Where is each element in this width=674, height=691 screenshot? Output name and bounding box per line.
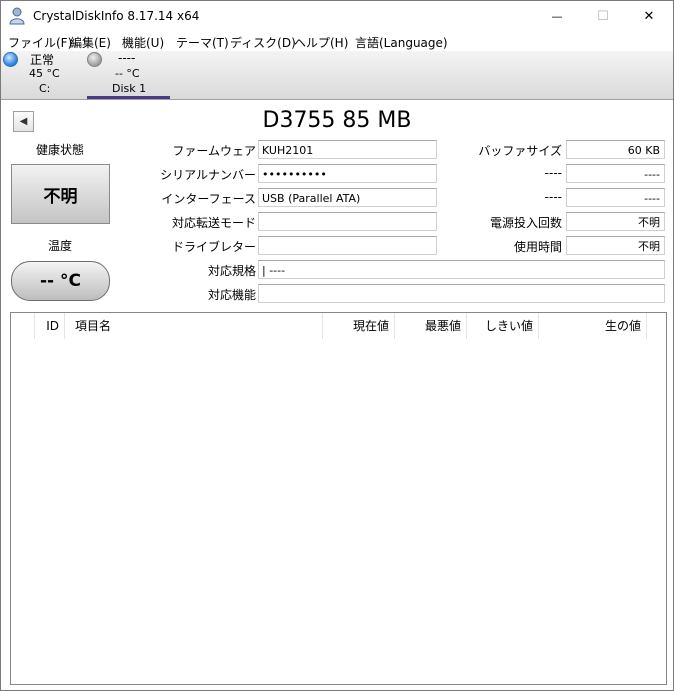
buffer-size-label: バッファサイズ — [478, 144, 562, 158]
buffer-size-field[interactable]: 60 KB — [566, 140, 665, 159]
standard-field[interactable]: | ---- — [258, 260, 665, 279]
right-info-label-2: ---- — [544, 166, 562, 180]
disk-status: ---- — [118, 51, 136, 65]
minimize-icon: — — [551, 10, 563, 23]
menu-theme[interactable]: テーマ(T) — [176, 34, 229, 51]
firmware-label: ファームウェア — [172, 144, 256, 158]
close-icon: ✕ — [643, 9, 655, 24]
column-current[interactable]: 現在値 — [323, 313, 395, 339]
transfer-mode-field[interactable] — [258, 212, 437, 231]
column-raw-value[interactable]: 生の値 — [539, 313, 647, 339]
menu-help[interactable]: ヘルプ(H) — [294, 34, 348, 51]
standard-label: 対応規格 — [207, 264, 256, 278]
disk-name: C: — [39, 82, 51, 95]
health-status-label: 健康状態 — [35, 143, 84, 157]
features-label: 対応機能 — [207, 288, 256, 302]
drive-letter-field[interactable] — [258, 236, 437, 255]
firmware-field[interactable]: KUH2101 — [258, 140, 437, 159]
health-status-button[interactable]: 不明 — [11, 164, 110, 224]
menu-edit[interactable]: 編集(E) — [70, 34, 111, 51]
temperature-button[interactable]: -- °C — [11, 261, 110, 301]
column-attribute-name[interactable]: 項目名 — [71, 313, 323, 339]
right-info-label-3: ---- — [544, 190, 562, 204]
right-info-field-2[interactable]: ---- — [566, 164, 665, 183]
transfer-mode-label: 対応転送モード — [171, 216, 256, 230]
serial-field[interactable]: •••••••••• — [258, 164, 437, 183]
column-status[interactable] — [11, 313, 35, 339]
serial-label: シリアルナンバー — [160, 168, 256, 182]
disk-temp: -- °C — [115, 67, 140, 80]
minimize-button[interactable]: — — [534, 1, 580, 32]
drive-letter-label: ドライブレター — [171, 240, 256, 254]
power-on-count-field[interactable]: 不明 — [566, 212, 665, 231]
selected-disk-indicator — [87, 96, 170, 99]
health-status-value: 不明 — [43, 186, 78, 207]
status-good-icon — [3, 52, 18, 67]
menu-file[interactable]: ファイル(F) — [8, 34, 72, 51]
features-field[interactable] — [258, 284, 665, 303]
column-threshold[interactable]: しきい値 — [467, 313, 539, 339]
menu-bar: ファイル(F) 編集(E) 機能(U) テーマ(T) ディスク(D) ヘルプ(H… — [1, 32, 673, 51]
smart-attributes-table[interactable]: ID 項目名 現在値 最悪値 しきい値 生の値 — [10, 312, 667, 685]
menu-function[interactable]: 機能(U) — [122, 34, 164, 51]
disk-model-title: D3755 85 MB — [262, 108, 412, 133]
title-bar[interactable]: CrystalDiskInfo 8.17.14 x64 — ☐ ✕ — [1, 1, 673, 32]
app-window: CrystalDiskInfo 8.17.14 x64 — ☐ ✕ ファイル(F… — [0, 0, 674, 691]
column-worst[interactable]: 最悪値 — [395, 313, 467, 339]
power-on-hours-field[interactable]: 不明 — [566, 236, 665, 255]
interface-field[interactable]: USB (Parallel ATA) — [258, 188, 437, 207]
disk-status: 正常 — [30, 53, 55, 67]
table-header: ID 項目名 現在値 最悪値 しきい値 生の値 — [11, 313, 666, 339]
disk-tab-c[interactable]: 正常 45 °C C: — [1, 51, 86, 98]
disk-name: Disk 1 — [112, 82, 147, 95]
interface-label: インターフェース — [161, 192, 256, 206]
maximize-button[interactable]: ☐ — [580, 1, 626, 32]
power-on-hours-label: 使用時間 — [513, 240, 562, 254]
app-icon — [9, 7, 25, 25]
right-info-field-3[interactable]: ---- — [566, 188, 665, 207]
status-unknown-icon — [87, 52, 102, 67]
disk-tab-disk1[interactable]: ---- -- °C Disk 1 — [86, 51, 171, 98]
temperature-value: -- °C — [39, 271, 81, 291]
menu-disk[interactable]: ディスク(D) — [230, 34, 296, 51]
column-id[interactable]: ID — [35, 313, 65, 339]
window-title: CrystalDiskInfo 8.17.14 x64 — [33, 9, 200, 23]
disk-selector-bar: 正常 45 °C C: ---- -- °C Disk 1 — [1, 51, 673, 100]
power-on-count-label: 電源投入回数 — [489, 216, 562, 230]
temperature-label: 温度 — [47, 239, 72, 253]
close-button[interactable]: ✕ — [626, 1, 672, 32]
maximize-icon: ☐ — [597, 9, 609, 24]
menu-language[interactable]: 言語(Language) — [355, 34, 448, 51]
disk-temp: 45 °C — [29, 67, 60, 80]
